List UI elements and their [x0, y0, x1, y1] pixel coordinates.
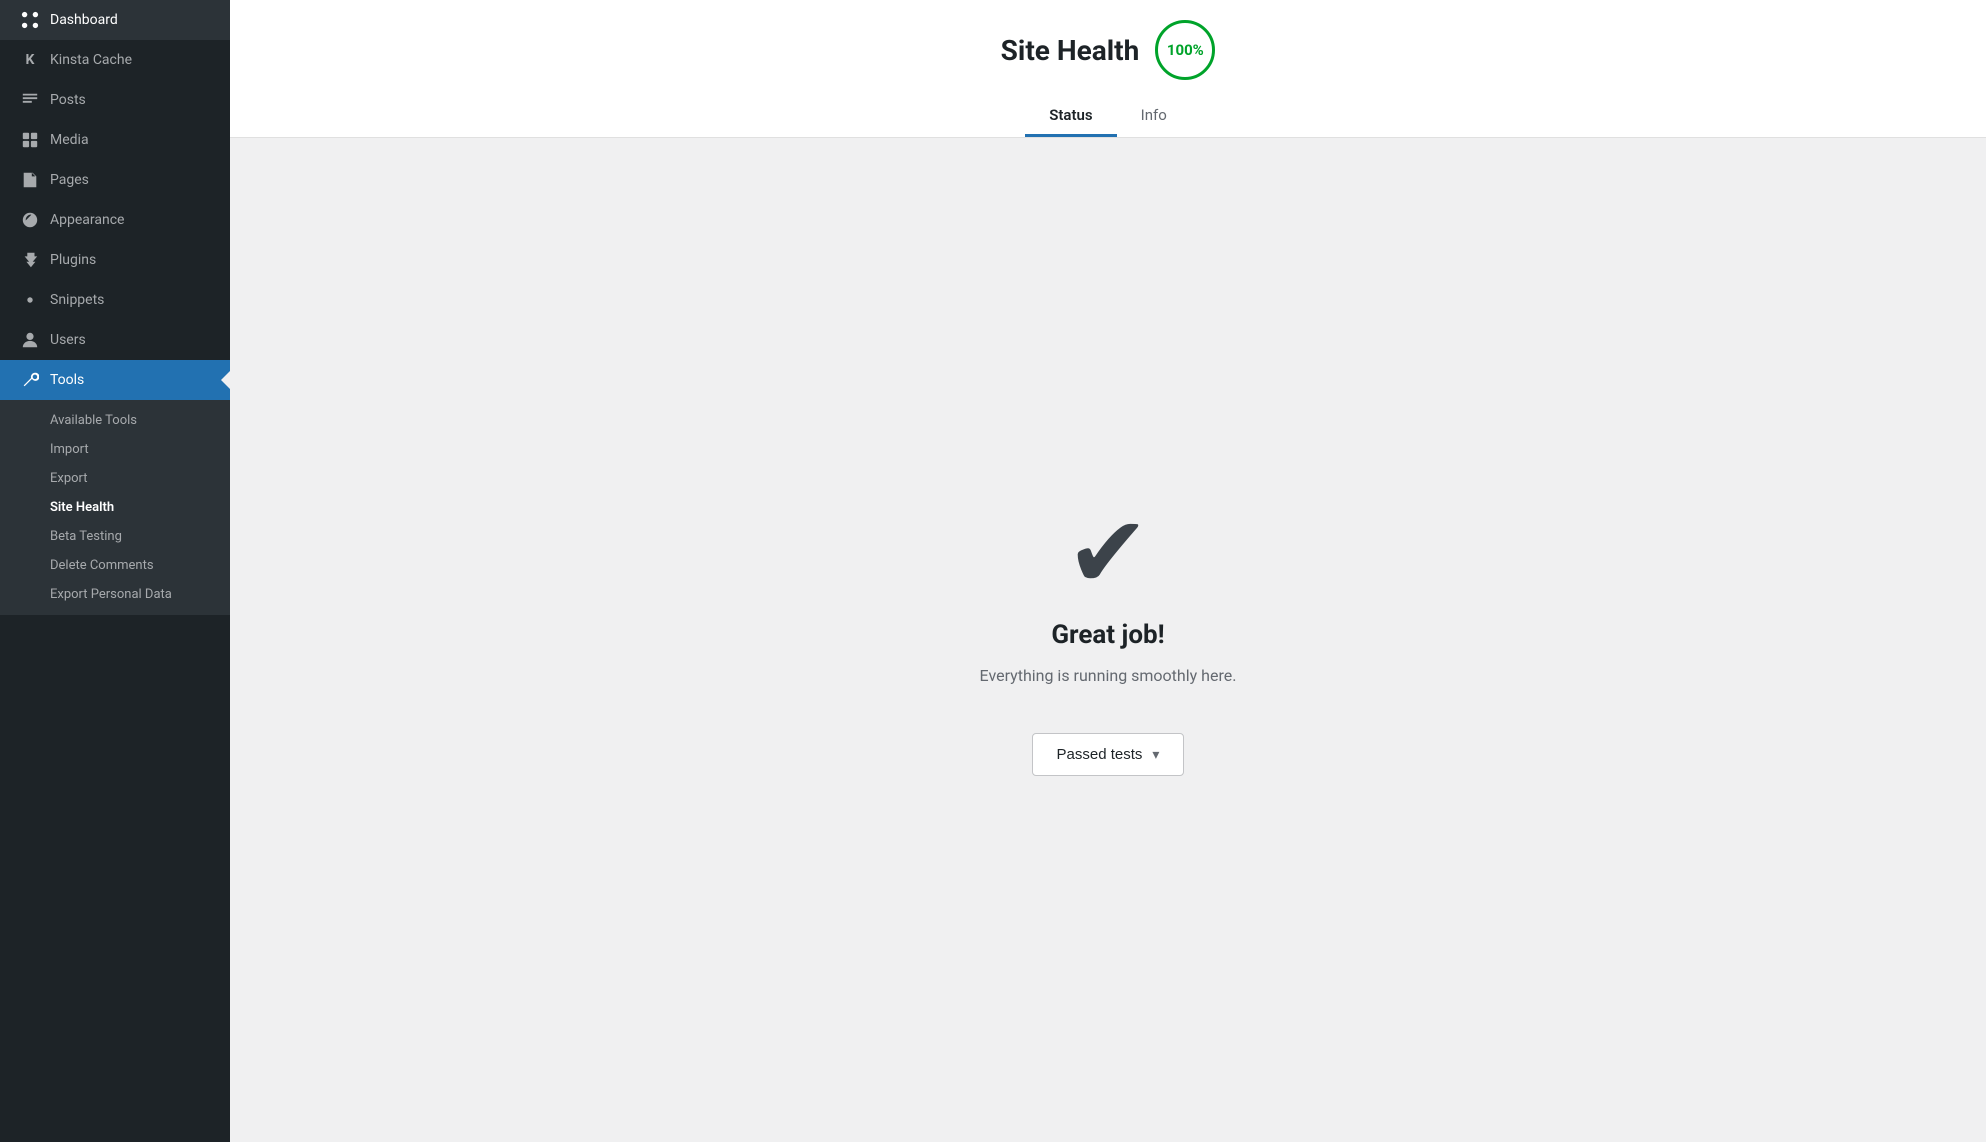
main-content: Site Health 100% Status Info ✔ Great job…	[230, 0, 1986, 1142]
sidebar-item-users[interactable]: Users	[0, 320, 230, 360]
checkmark-icon: ✔	[1066, 504, 1150, 604]
sidebar-item-label: Posts	[50, 92, 86, 108]
checkmark-area: ✔ Great job! Everything is running smoot…	[980, 504, 1237, 685]
passed-tests-button[interactable]: Passed tests ▾	[1032, 733, 1185, 776]
posts-icon	[20, 90, 40, 110]
submenu-available-tools[interactable]: Available Tools	[0, 406, 230, 435]
sidebar-item-label: Dashboard	[50, 12, 118, 28]
tools-icon	[20, 370, 40, 390]
page-title: Site Health	[1001, 34, 1140, 67]
sidebar-item-kinsta-cache[interactable]: K Kinsta Cache	[0, 40, 230, 80]
content-area: ✔ Great job! Everything is running smoot…	[230, 138, 1986, 1142]
sidebar-item-label: Appearance	[50, 212, 124, 228]
sidebar-item-label: Pages	[50, 172, 89, 188]
sidebar-item-label: Media	[50, 132, 89, 148]
sidebar-item-media[interactable]: Media	[0, 120, 230, 160]
great-job-subtitle: Everything is running smoothly here.	[980, 666, 1237, 685]
submenu-export-personal-data[interactable]: Export Personal Data	[0, 580, 230, 609]
sidebar-item-label: Users	[50, 332, 86, 348]
appearance-icon	[20, 210, 40, 230]
sidebar: Dashboard K Kinsta Cache Posts Media Pag…	[0, 0, 230, 1142]
sidebar-item-snippets[interactable]: Snippets	[0, 280, 230, 320]
tab-info[interactable]: Info	[1117, 96, 1191, 137]
page-header: Site Health 100% Status Info	[230, 0, 1986, 138]
chevron-down-icon: ▾	[1152, 746, 1159, 763]
health-score-badge: 100%	[1155, 20, 1215, 80]
submenu-delete-comments[interactable]: Delete Comments	[0, 551, 230, 580]
sidebar-item-label: Plugins	[50, 252, 96, 268]
sidebar-item-posts[interactable]: Posts	[0, 80, 230, 120]
dashboard-icon	[20, 10, 40, 30]
tools-submenu: Available Tools Import Export Site Healt…	[0, 400, 230, 615]
sidebar-item-dashboard[interactable]: Dashboard	[0, 0, 230, 40]
submenu-import[interactable]: Import	[0, 435, 230, 464]
kinsta-icon: K	[20, 50, 40, 70]
sidebar-item-plugins[interactable]: Plugins	[0, 240, 230, 280]
sidebar-item-label: Snippets	[50, 292, 104, 308]
submenu-export[interactable]: Export	[0, 464, 230, 493]
sidebar-item-label: Tools	[50, 372, 84, 388]
snippets-icon	[20, 290, 40, 310]
submenu-beta-testing[interactable]: Beta Testing	[0, 522, 230, 551]
tabs: Status Info	[1025, 96, 1191, 137]
users-icon	[20, 330, 40, 350]
media-icon	[20, 130, 40, 150]
sidebar-item-appearance[interactable]: Appearance	[0, 200, 230, 240]
header-title-row: Site Health 100%	[1001, 20, 1216, 80]
great-job-title: Great job!	[1051, 620, 1164, 650]
passed-tests-label: Passed tests	[1057, 746, 1143, 763]
sidebar-item-label: Kinsta Cache	[50, 52, 132, 68]
sidebar-item-tools[interactable]: Tools	[0, 360, 230, 400]
tab-status[interactable]: Status	[1025, 96, 1116, 137]
submenu-site-health[interactable]: Site Health	[0, 493, 230, 522]
plugins-icon	[20, 250, 40, 270]
sidebar-item-pages[interactable]: Pages	[0, 160, 230, 200]
pages-icon	[20, 170, 40, 190]
